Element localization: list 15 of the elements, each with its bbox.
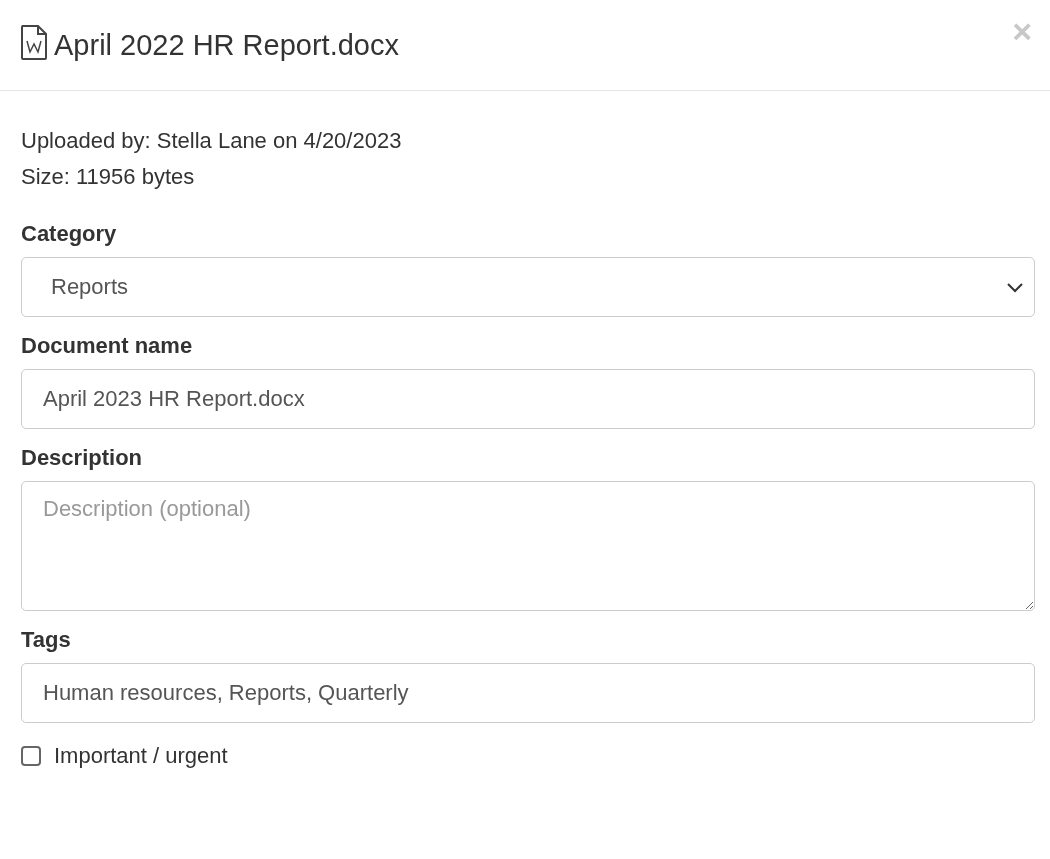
field-label: Document name	[21, 332, 194, 360]
word-document-icon	[20, 24, 48, 60]
caret-icon	[1006, 281, 1024, 293]
field-label: Category	[21, 220, 118, 248]
text-field[interactable]: April 2023 HR Report.docx	[21, 369, 1035, 429]
checkbox-label: Important / urgent	[54, 743, 228, 769]
info-text: Size: 11956 bytes	[21, 163, 196, 191]
description-field[interactable]: Description (optional)	[21, 481, 1035, 611]
dialog-title: April 2022 HR Report.docx	[54, 28, 399, 62]
field-label: Tags	[21, 626, 72, 654]
text-field[interactable]: Human resources, Reports, Quarterly	[21, 663, 1035, 723]
checkbox[interactable]	[21, 746, 41, 766]
category-select[interactable]: Reports	[21, 257, 1035, 317]
info-text: Uploaded by: Stella Lane on 4/20/2023	[21, 127, 403, 155]
field-label: Description	[21, 444, 144, 472]
